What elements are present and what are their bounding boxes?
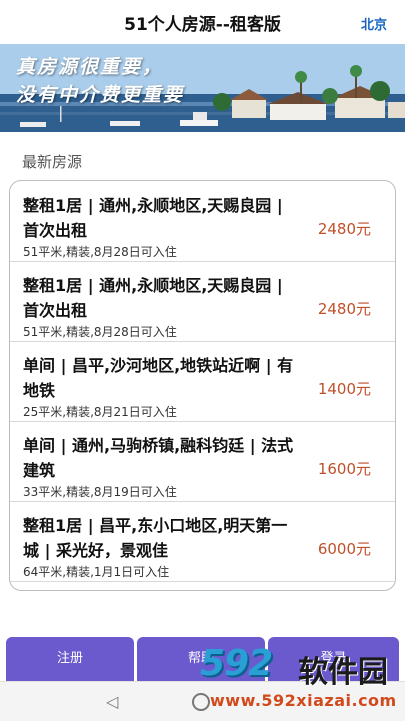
listing-item[interactable]: 单间 | 昌平,沙河地区,地铁站近啊 | 有地铁 25平米,精装,8月21日可入… xyxy=(10,341,395,422)
listing-title: 整租1居 | 通州,永顺地区,天赐良园 | 首次出租 xyxy=(23,196,283,240)
back-icon[interactable]: ◁ xyxy=(106,692,118,711)
section-title: 最新房源 xyxy=(22,153,83,171)
watermark-number: 592 xyxy=(200,643,273,684)
listing-item[interactable]: 整租1居 | 昌平,东小口地区,明天第一城 | 采光好，景观佳 64平米,精装,… xyxy=(10,501,395,582)
listing-list: 整租1居 | 通州,永顺地区,天赐良园 | 首次出租 51平米,精装,8月28日… xyxy=(9,180,396,591)
register-button[interactable]: 注册 xyxy=(6,637,134,681)
listing-title: 整租1居 | 通州,永顺地区,天赐良园 | 首次出租 xyxy=(23,276,283,320)
listing-price: 2480元 xyxy=(317,300,371,318)
listing-title: 整租1居 | 昌平,东小口地区,明天第一城 | 采光好，景观佳 xyxy=(23,516,288,560)
banner-image[interactable]: 真房源很重要， 没有中介费更重要 xyxy=(0,44,405,132)
banner-text-line2: 没有中介费更重要 xyxy=(16,84,185,106)
listing-item[interactable]: 整租1居 | 通州,永顺地区,天赐良园 | 首次出租 51平米,精装,8月28日… xyxy=(10,261,395,342)
listing-title: 单间 | 通州,马驹桥镇,融科钧廷 | 法式建筑 xyxy=(23,436,294,480)
watermark-logo: 592 软件园 www.592xiazai.com xyxy=(198,643,403,713)
listing-meta: 51平米,精装,8月28日可入住 xyxy=(23,325,177,339)
listing-title: 单间 | 昌平,沙河地区,地铁站近啊 | 有地铁 xyxy=(23,356,294,400)
listing-meta: 25平米,精装,8月21日可入住 xyxy=(23,405,177,419)
watermark-url: www.592xiazai.com xyxy=(210,691,397,710)
listing-meta: 64平米,精装,1月1日可入住 xyxy=(23,565,170,579)
listing-price: 6000元 xyxy=(317,540,371,558)
app-title: 51个人房源--租客版 xyxy=(124,15,281,35)
watermark-text: 软件园 xyxy=(298,655,388,690)
listing-item[interactable]: 整租1居 | 通州,永顺地区,天赐良园 | 首次出租 51平米,精装,8月28日… xyxy=(10,181,395,262)
top-bar: 51个人房源--租客版 北京 xyxy=(0,0,405,45)
listing-meta: 51平米,精装,8月28日可入住 xyxy=(23,245,177,259)
listing-price: 2480元 xyxy=(317,220,371,238)
banner-text-line1: 真房源很重要， xyxy=(16,56,164,78)
listing-price: 1600元 xyxy=(317,460,371,478)
listing-price: 1400元 xyxy=(317,380,371,398)
listing-meta: 33平米,精装,8月19日可入住 xyxy=(23,485,177,499)
listing-item[interactable]: 单间 | 通州,马驹桥镇,融科钧廷 | 法式建筑 33平米,精装,8月19日可入… xyxy=(10,421,395,502)
city-selector[interactable]: 北京 xyxy=(361,14,387,33)
